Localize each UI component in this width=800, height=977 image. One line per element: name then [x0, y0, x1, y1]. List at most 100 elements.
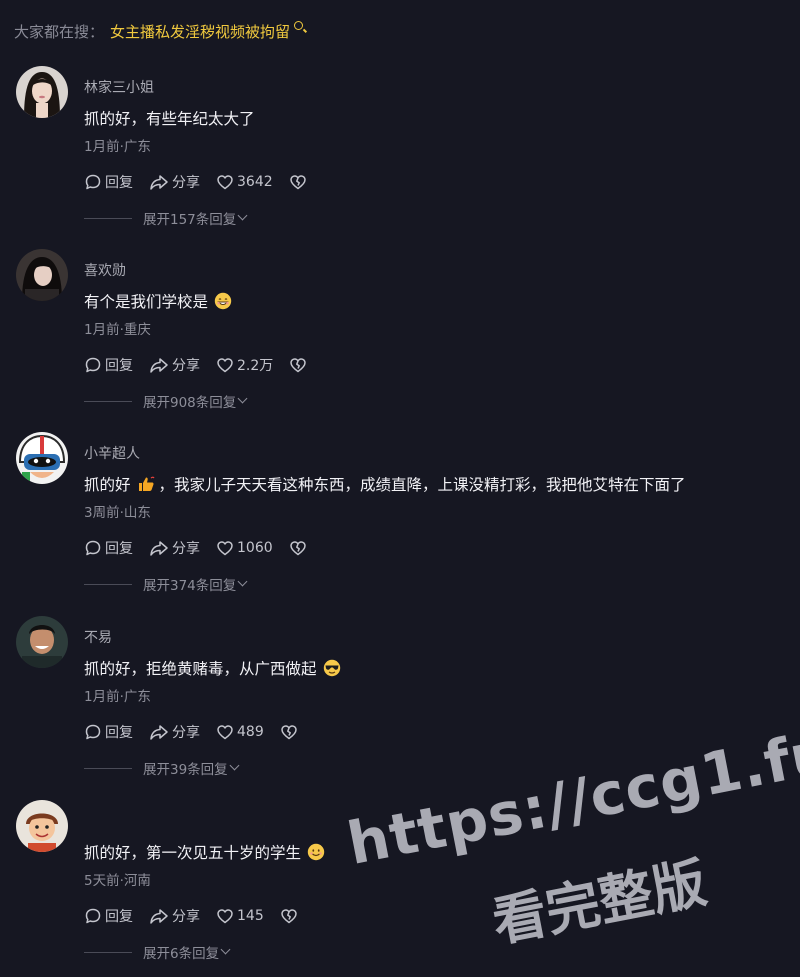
share-button[interactable]: 分享 [149, 906, 200, 926]
chevron-down-icon [229, 760, 240, 770]
like-button[interactable]: 2.2万 [216, 355, 273, 375]
chevron-down-icon [237, 210, 248, 220]
share-icon [150, 541, 168, 556]
comment-meta: 1月前·重庆 [84, 322, 151, 338]
chevron-down-icon [220, 944, 231, 954]
avatar[interactable] [16, 249, 68, 301]
share-button[interactable]: 分享 [149, 538, 200, 558]
heart-icon [217, 909, 233, 924]
dislike-button[interactable] [289, 173, 310, 191]
avatar[interactable] [16, 432, 68, 484]
comment-item: 林家三小姐 抓的好，有些年纪太大了 1月前·广东 回复 分享 3642 展开15… [0, 66, 800, 236]
comment-text: 抓的好，拒绝黄赌毒，从广西做起 [84, 657, 341, 679]
smile-emoji [307, 843, 325, 861]
reply-button[interactable]: 回复 [84, 906, 133, 926]
comment-meta: 1月前·广东 [84, 139, 151, 155]
search-icon[interactable] [294, 20, 304, 30]
dislike-button[interactable] [289, 356, 310, 374]
search-suggestion[interactable]: 大家都在搜： 女主播私发淫秽视频被拘留 [14, 14, 304, 48]
reply-icon [85, 174, 101, 190]
comment-meta: 3周前·山东 [84, 505, 151, 521]
dislike-button[interactable] [280, 723, 301, 741]
divider [84, 583, 132, 585]
reply-icon [85, 540, 101, 556]
broken-heart-icon [280, 909, 297, 924]
comment-meta: 5天前·河南 [84, 873, 151, 889]
expand-replies[interactable]: 展开908条回复 [84, 391, 248, 411]
like-count: 1060 [237, 540, 273, 556]
share-icon [150, 358, 168, 373]
chevron-down-icon [237, 576, 248, 586]
sunglasses-emoji [323, 659, 341, 677]
comment-actions: 回复 分享 2.2万 [84, 353, 310, 377]
reply-label: 回复 [105, 358, 133, 374]
comment-username[interactable]: 小辛超人 [84, 443, 140, 463]
comment-meta: 1月前·广东 [84, 689, 151, 705]
avatar[interactable] [16, 616, 68, 668]
comment-text: 抓的好，有些年纪太大了 [84, 107, 255, 129]
comment-username[interactable]: 喜欢勋 [84, 260, 126, 280]
comment-item: 不易 抓的好，拒绝黄赌毒，从广西做起 1月前·广东 回复 分享 489 展开39… [0, 616, 800, 786]
avatar[interactable] [16, 66, 68, 118]
comment-text: 有个是我们学校是 [84, 290, 232, 312]
search-suggestion-term[interactable]: 女主播私发淫秽视频被拘留 [110, 21, 290, 42]
share-button[interactable]: 分享 [149, 355, 200, 375]
reply-label: 回复 [105, 175, 133, 191]
reply-button[interactable]: 回复 [84, 172, 133, 192]
heart-icon [217, 541, 233, 556]
thumbs-up-emoji [137, 475, 155, 493]
share-label: 分享 [172, 175, 200, 191]
comment-item: 抓的好，第一次见五十岁的学生 5天前·河南 回复 分享 145 展开6条回复 [0, 800, 800, 970]
dislike-button[interactable] [280, 907, 301, 925]
broken-heart-icon [290, 358, 307, 373]
share-label: 分享 [172, 358, 200, 374]
search-suggestion-prefix: 大家都在搜： [14, 22, 105, 41]
comment-text-body: 抓的好 [84, 476, 131, 494]
reply-button[interactable]: 回复 [84, 355, 133, 375]
expand-replies[interactable]: 展开374条回复 [84, 574, 248, 594]
reply-icon [85, 908, 101, 924]
like-count: 2.2万 [237, 358, 274, 374]
expand-replies[interactable]: 展开157条回复 [84, 208, 248, 228]
expand-replies[interactable]: 展开6条回复 [84, 942, 231, 962]
reply-label: 回复 [105, 541, 133, 557]
share-button[interactable]: 分享 [149, 722, 200, 742]
like-button[interactable]: 1060 [216, 539, 273, 557]
divider [84, 217, 132, 219]
share-label: 分享 [172, 725, 200, 741]
comment-username[interactable]: 林家三小姐 [84, 77, 154, 97]
expand-replies-label: 展开157条回复 [143, 212, 237, 228]
comment-text-body: 有个是我们学校是 [84, 293, 209, 311]
like-count: 145 [237, 908, 264, 924]
like-button[interactable]: 489 [216, 723, 264, 741]
expand-replies-label: 展开908条回复 [143, 395, 237, 411]
reply-button[interactable]: 回复 [84, 722, 133, 742]
reply-label: 回复 [105, 909, 133, 925]
heart-icon [217, 358, 233, 373]
reply-button[interactable]: 回复 [84, 538, 133, 558]
heart-icon [217, 175, 233, 190]
heart-icon [217, 725, 233, 740]
like-button[interactable]: 145 [216, 907, 264, 925]
share-button[interactable]: 分享 [149, 172, 200, 192]
comment-text: 抓的好 ，我家儿子天天看这种东西，成绩直降，上课没精打彩，我把他艾特在下面了 [84, 473, 686, 495]
broken-heart-icon [289, 175, 306, 190]
broken-heart-icon [280, 725, 297, 740]
comment-text-body: 抓的好，有些年纪太大了 [84, 110, 255, 128]
divider [84, 400, 132, 402]
comment-item: 喜欢勋 有个是我们学校是 1月前·重庆 回复 分享 2.2万 展开908条回复 [0, 249, 800, 419]
dislike-button[interactable] [289, 539, 310, 557]
reply-label: 回复 [105, 725, 133, 741]
like-button[interactable]: 3642 [216, 173, 273, 191]
comment-text-body: 抓的好，第一次见五十岁的学生 [84, 844, 302, 862]
avatar[interactable] [16, 800, 68, 852]
comment-username[interactable]: 不易 [84, 627, 112, 647]
share-label: 分享 [172, 909, 200, 925]
share-icon [150, 175, 168, 190]
comment-item: 小辛超人 抓的好 ，我家儿子天天看这种东西，成绩直降，上课没精打彩，我把他艾特在… [0, 432, 800, 602]
divider [84, 767, 132, 769]
expand-replies[interactable]: 展开39条回复 [84, 758, 240, 778]
comment-text: 抓的好，第一次见五十岁的学生 [84, 841, 325, 863]
comment-actions: 回复 分享 3642 [84, 170, 310, 194]
like-count: 3642 [237, 174, 273, 190]
